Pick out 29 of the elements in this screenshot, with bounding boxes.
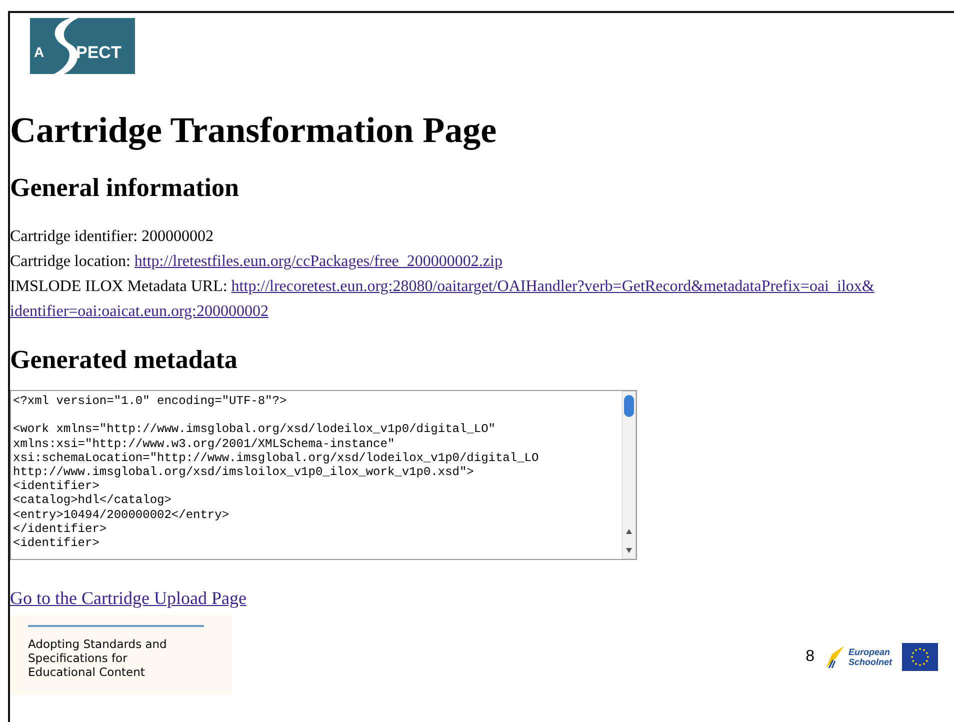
metadata-text-area[interactable]: [10, 390, 637, 560]
metadata-url-link[interactable]: http://lrecoretest.eun.org:28080/oaitarget/OAIHandler?verb=GetRecord&metadataPrefix=oai_ilox&: [231, 278, 874, 295]
logo-letter: A: [34, 44, 44, 60]
metadata-url-link[interactable]: identifier=oai:oaicat.eun.org:200000002: [10, 303, 268, 320]
page-title: Cartridge Transformation Page: [10, 109, 498, 152]
code-line: <identifier>: [13, 536, 100, 550]
identifier-text: Cartridge identifier: 200000002: [10, 227, 215, 247]
project-text: Adopting Standards and Specifications for Educational Content: [28, 637, 168, 679]
page-number: 8: [806, 648, 814, 666]
code-line: <work xmlns="http://www.imsglobal.org/xsd/lodeilox_v1p0/digital_LO": [13, 422, 496, 437]
code-line: xmlns:xsi="http://www.w3.org/2001/XMLSchema-instance": [13, 436, 396, 451]
location-text: Cartridge location: http://lretestfiles.eun.org/ccPackages/free_200000002.zip: [10, 252, 504, 272]
code-line: <identifier>: [13, 479, 100, 494]
section-heading: Generated metadata: [10, 344, 238, 376]
code-line: </identifier>: [13, 522, 108, 536]
code-line: <catalog>hdl</catalog>: [13, 493, 172, 508]
code-line: <?xml version="1.0" encoding="UTF-8"?>: [13, 394, 288, 408]
code-line: xsi:schemaLocation="http://www.imsglobal.org/xsd/lodeilox_v1p0/digital_LO: [13, 450, 540, 465]
star-logo-icon: [824, 644, 846, 670]
logo-text: PECT: [76, 43, 122, 63]
scrollbar-drawing[interactable]: [622, 391, 636, 559]
metadata-url-text: IMSLODE ILOX Metadata URL: http://lrecoretest.eun.org:28080/oaitarget/OAIHandler?verb=GetRecord&metadataPrefix=oai_ilox&: [10, 277, 876, 297]
upload-page-link[interactable]: Go to the Cartridge Upload Page: [10, 588, 246, 608]
location-link[interactable]: http://lretestfiles.eun.org/ccPackages/free_200000002.zip: [134, 253, 502, 270]
code-line: http://www.imsglobal.org/xsd/imsloilox_v1p0_ilox_work_v1p0.xsd">: [13, 465, 475, 480]
section-heading: General information: [10, 172, 240, 204]
code-line: <entry>10494/200000002</entry>: [13, 508, 230, 522]
partner-logo-text: European Schoolnet: [848, 647, 892, 667]
eu-flag-icon: [902, 643, 938, 671]
